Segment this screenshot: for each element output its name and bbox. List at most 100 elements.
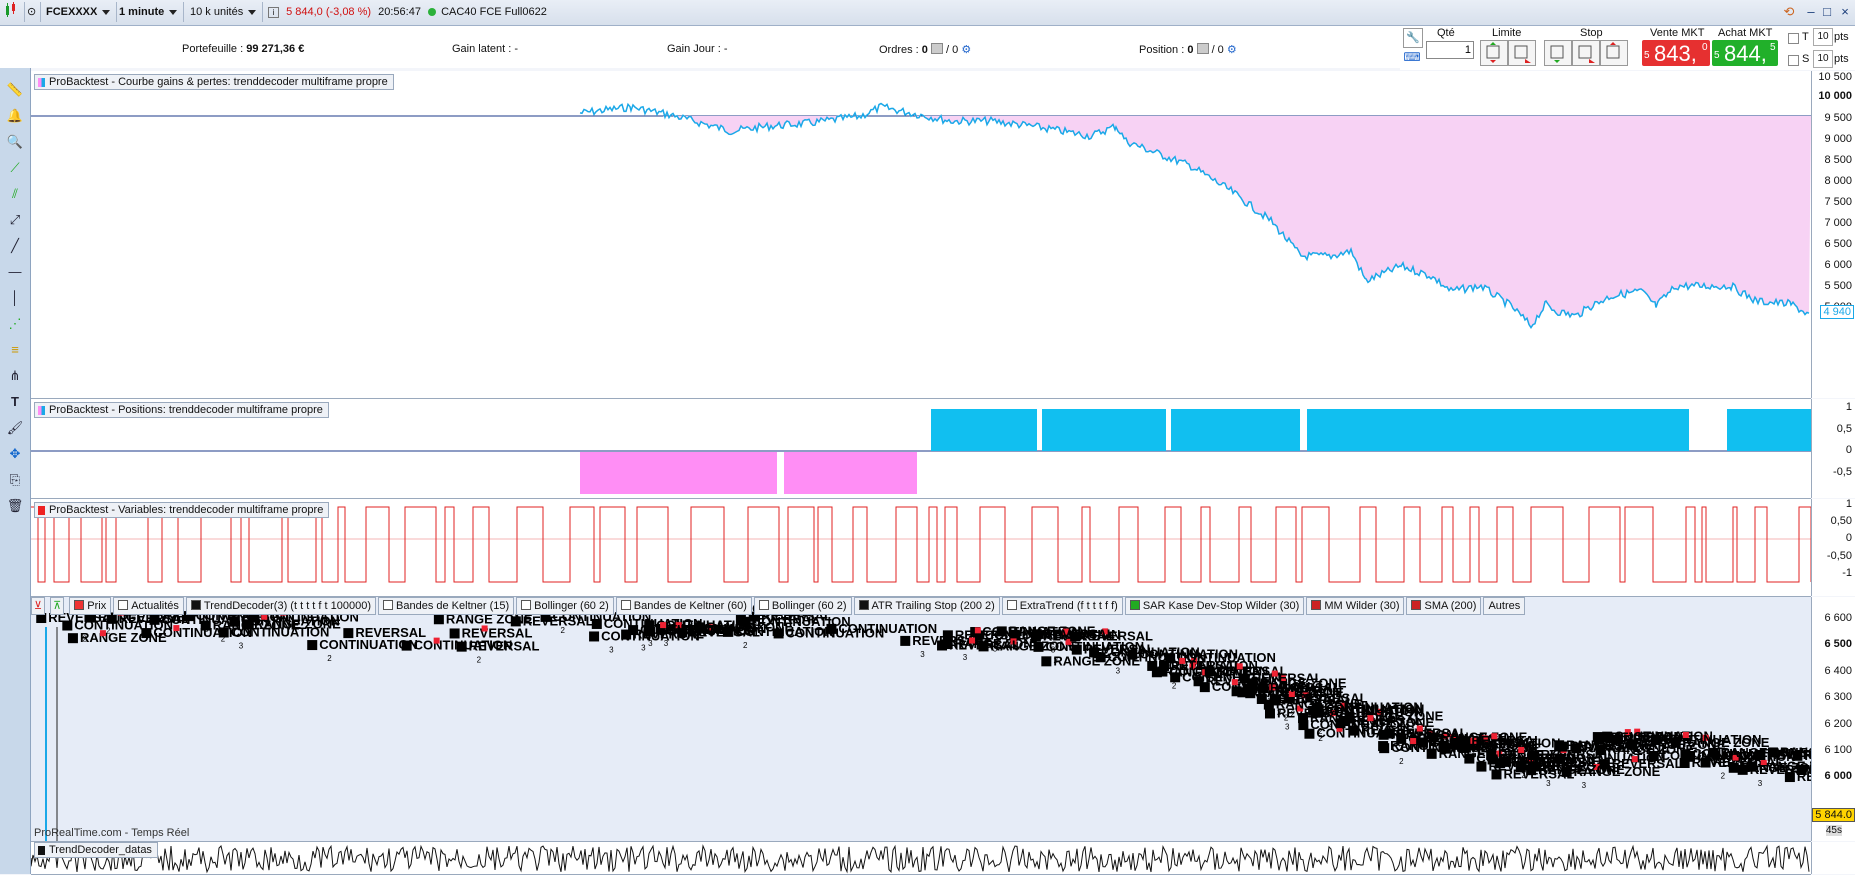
line-icon[interactable]: ╱ xyxy=(5,236,25,256)
vertical-line-icon[interactable]: │ xyxy=(5,288,25,308)
close-icon[interactable]: × xyxy=(1836,3,1854,21)
trash-icon[interactable]: 🗑 xyxy=(5,496,25,516)
datas-panel[interactable]: TrendDecoder_datas xyxy=(31,842,1811,875)
move-icon[interactable]: ✥ xyxy=(5,444,25,464)
indicator-chip[interactable]: Bollinger (60 2) xyxy=(753,597,852,615)
text-tool-icon[interactable]: T xyxy=(5,392,25,412)
price-panel[interactable]: REVERSALREVERSALCONTINUATION2RANGE ZONE2… xyxy=(31,597,1811,842)
signal-marker xyxy=(1626,739,1637,750)
variables-panel-title[interactable]: ProBacktest - Variables: trenddecoder mu… xyxy=(34,502,330,518)
equity-panel-title[interactable]: ProBacktest - Courbe gains & pertes: tre… xyxy=(34,74,394,90)
axis-tick-label: 1 xyxy=(1845,401,1852,413)
indicator-chip[interactable]: Prix xyxy=(69,597,112,615)
trend-tools-icon[interactable]: ⋰ xyxy=(5,314,25,334)
orders-settings-icon[interactable]: ⚙ xyxy=(961,44,971,56)
indicator-chip[interactable]: Bandes de Keltner (60) xyxy=(615,597,752,615)
refresh-icon[interactable]: ⟲ xyxy=(1780,3,1798,21)
instrument-selector[interactable]: FCEXXXX xyxy=(40,2,118,22)
quantity-input[interactable] xyxy=(1426,41,1474,59)
variables-panel[interactable]: ProBacktest - Variables: trenddecoder mu… xyxy=(31,499,1811,597)
axis-tick-label: 1 xyxy=(1845,498,1852,510)
segment-icon[interactable]: ⤢ xyxy=(5,210,25,230)
zoom-icon[interactable]: 🔍 xyxy=(5,132,25,152)
indicator-chip[interactable]: Actualités xyxy=(113,597,184,615)
brush-icon[interactable]: 🖌 xyxy=(5,418,25,438)
signal-marker xyxy=(1304,728,1315,739)
copy-icon[interactable]: ⎘ xyxy=(5,470,25,490)
t-label: T xyxy=(1802,31,1809,43)
chart-type-icon[interactable] xyxy=(0,2,25,22)
signal-marker xyxy=(1031,629,1042,640)
pitchfork-icon[interactable]: ⋔ xyxy=(5,366,25,386)
indicator-chip[interactable]: Autres xyxy=(1483,597,1526,615)
wrench-icon[interactable]: 🔧 xyxy=(1403,28,1423,48)
indicator-chip[interactable]: MM Wilder (30) xyxy=(1306,597,1405,615)
orders-list-icon[interactable] xyxy=(930,43,943,54)
collapse-icon[interactable]: ⊻ xyxy=(31,597,46,615)
indicator-chip[interactable]: ATR Trailing Stop (200 2) xyxy=(853,597,1000,615)
position-list-icon[interactable] xyxy=(1196,43,1209,54)
channel-icon[interactable]: ⫽ xyxy=(5,184,25,204)
fibonacci-icon[interactable]: ⟋ xyxy=(5,158,25,178)
stop-loss-input[interactable]: 10 xyxy=(1813,50,1833,68)
signal-marker xyxy=(1170,672,1181,683)
ruler-icon[interactable]: 📏 xyxy=(5,80,25,100)
limit-buy-button[interactable] xyxy=(1480,40,1508,66)
signal-marker xyxy=(1264,708,1275,719)
indicator-chip[interactable]: Bandes de Keltner (15) xyxy=(378,597,515,615)
indicator-chip[interactable]: TrendDecoder(3) (t t t t f t 100000) xyxy=(185,597,377,615)
alert-bell-icon[interactable]: 🔔 xyxy=(5,106,25,126)
stop-sell-button[interactable] xyxy=(1572,40,1600,66)
timeframe-selector[interactable]: 1 minute xyxy=(113,2,185,22)
keyboard-icon[interactable]: ⌨ xyxy=(1403,50,1421,64)
datas-panel-title[interactable]: TrendDecoder_datas xyxy=(34,842,158,858)
units-selector[interactable]: 10 k unités xyxy=(184,2,264,22)
s-pts-label: pts xyxy=(1834,53,1849,65)
positions-panel[interactable]: ProBacktest - Positions: trenddecoder mu… xyxy=(31,399,1811,499)
stop-label: Stop xyxy=(1580,27,1603,39)
maximize-icon[interactable]: □ xyxy=(1818,3,1836,21)
take-profit-checkbox[interactable] xyxy=(1788,33,1799,44)
limit-sell-button[interactable] xyxy=(1508,40,1536,66)
indicator-chip[interactable]: Bollinger (60 2) xyxy=(516,597,614,615)
drawing-toolbar: ✎ ↖ 📏 🔔 🔍 ⟋ ⫽ ⤢ ╱ — │ ⋰ ≡ ⋔ T 🖌 ✥ ⎘ 🗑 xyxy=(0,26,31,874)
t-pts-label: pts xyxy=(1834,31,1849,43)
position-settings-icon[interactable]: ⚙ xyxy=(1227,44,1237,56)
buy-market-button[interactable]: 5 844, 5 xyxy=(1712,40,1778,66)
axis-tick-label: 10 500 xyxy=(1818,71,1852,83)
axis-tick-label: 6 400 xyxy=(1824,665,1852,677)
expand-icon[interactable]: ⊼ xyxy=(50,597,65,615)
signal-marker xyxy=(218,627,229,638)
indicator-chip[interactable]: SAR Kase Dev-Stop Wilder (30) xyxy=(1124,597,1305,615)
horizontal-line-icon[interactable]: — xyxy=(5,262,25,282)
signal-marker xyxy=(1528,750,1539,761)
price-change: 5 844,0 (-3,08 %) xyxy=(286,6,372,18)
stop-order-button[interactable] xyxy=(1600,40,1628,66)
take-profit-input[interactable]: 10 xyxy=(1813,28,1833,46)
axis-tick-label: 0,50 xyxy=(1830,515,1852,527)
stop-buy-button[interactable] xyxy=(1544,40,1572,66)
signal-marker xyxy=(937,640,948,651)
count-label: 3 xyxy=(1090,645,1095,654)
signal-marker xyxy=(141,628,152,639)
signal-marker xyxy=(1237,687,1248,698)
fibo-levels-icon[interactable]: ≡ xyxy=(5,340,25,360)
indicator-bar: ⊻ ⊼ Prix Actualités TrendDecoder(3) (t t t… xyxy=(31,597,1527,615)
axis-tick-label: -1 xyxy=(1842,567,1852,579)
positions-panel-title[interactable]: ProBacktest - Positions: trenddecoder mu… xyxy=(34,402,329,418)
axis-tick-label: 9 000 xyxy=(1824,133,1852,145)
signal-marker xyxy=(628,625,639,636)
signal-marker xyxy=(149,614,160,625)
equity-curve-panel[interactable]: ProBacktest - Courbe gains & pertes: tre… xyxy=(31,71,1811,399)
link-icon[interactable]: ⊙ xyxy=(24,2,41,22)
indicator-chip[interactable]: ExtraTrend (f t t t f f) xyxy=(1001,597,1123,615)
stop-loss-checkbox[interactable] xyxy=(1788,55,1799,66)
indicator-color-swatch xyxy=(1311,600,1322,610)
signal-marker xyxy=(1312,702,1323,713)
signal-marker xyxy=(1728,762,1739,773)
indicator-chip[interactable]: SMA (200) xyxy=(1406,597,1482,615)
sell-market-button[interactable]: 5 843, 0 xyxy=(1642,40,1710,66)
count-label: 3 xyxy=(920,650,925,659)
count-label: 2 xyxy=(561,626,566,635)
long-position-block xyxy=(931,409,1037,451)
